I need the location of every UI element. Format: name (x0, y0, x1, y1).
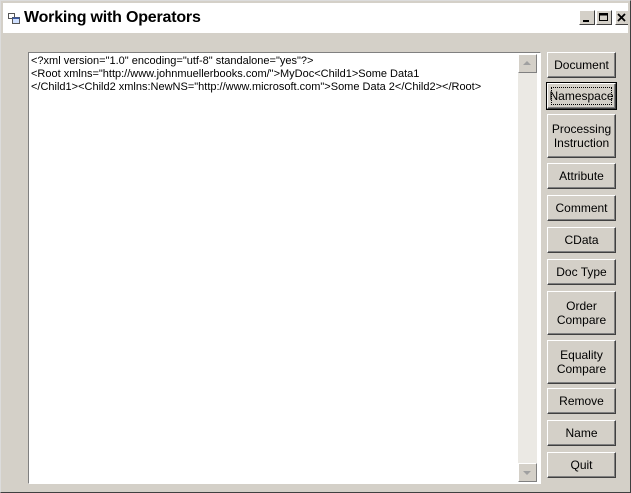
app-window: Working with Operators <?xml version="1.… (0, 0, 631, 493)
vertical-scrollbar[interactable] (518, 54, 537, 482)
minimize-button[interactable] (579, 10, 595, 25)
arrow-down-icon (523, 471, 531, 475)
scroll-down-button[interactable] (518, 463, 537, 482)
maximize-icon (599, 13, 608, 21)
quit-button[interactable]: Quit (547, 452, 616, 478)
maximize-button[interactable] (596, 10, 612, 25)
title-bar[interactable]: Working with Operators (3, 3, 628, 33)
equality-compare-button[interactable]: Equality Compare (547, 340, 616, 384)
processing-instruction-button[interactable]: Processing Instruction (547, 114, 616, 158)
attribute-button[interactable]: Attribute (547, 163, 616, 189)
window-title: Working with Operators (24, 9, 201, 26)
name-button[interactable]: Name (547, 420, 616, 446)
close-button[interactable] (615, 10, 628, 25)
cdata-button[interactable]: CData (547, 227, 616, 253)
minimize-icon (583, 20, 589, 22)
close-icon (617, 13, 626, 22)
xml-output-textbox[interactable]: <?xml version="1.0" encoding="utf-8" sta… (28, 52, 541, 484)
namespace-button[interactable]: Namespace (546, 82, 617, 110)
order-compare-button[interactable]: Order Compare (547, 291, 616, 335)
comment-button[interactable]: Comment (547, 195, 616, 221)
scroll-up-button[interactable] (518, 54, 537, 73)
doc-type-button[interactable]: Doc Type (547, 259, 616, 285)
remove-button[interactable]: Remove (547, 388, 616, 414)
application-icon (8, 13, 20, 24)
document-button[interactable]: Document (547, 52, 616, 78)
xml-output-text: <?xml version="1.0" encoding="utf-8" sta… (31, 55, 482, 93)
arrow-up-icon (523, 61, 531, 65)
